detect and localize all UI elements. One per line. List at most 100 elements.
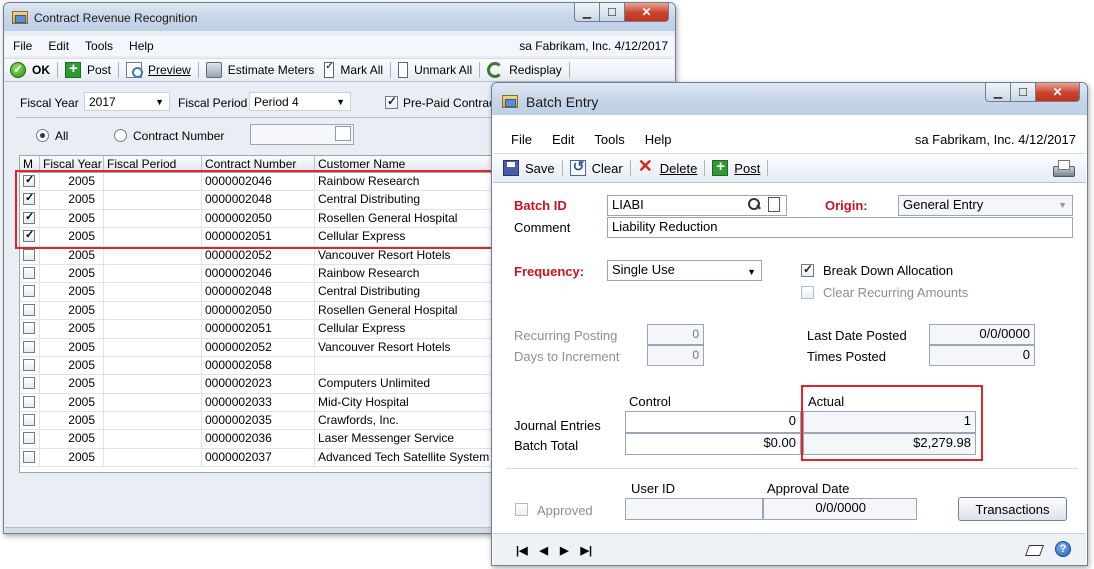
recurring-posting-field[interactable]: 0 [647, 324, 704, 345]
col-header-contract-number[interactable]: Contract Number [202, 156, 315, 172]
table-row[interactable]: 2005 0000002033 Mid-City Hospital [20, 393, 493, 413]
mark-cell[interactable] [20, 430, 40, 448]
lookup-icon[interactable] [747, 197, 762, 212]
mark-cell[interactable] [20, 191, 40, 209]
row-checkbox[interactable] [23, 173, 35, 187]
mark-all-button[interactable]: Mark All [319, 59, 388, 81]
minimize-button[interactable]: ▁ [985, 83, 1011, 102]
table-row[interactable]: 2005 0000002051Cellular Express [20, 228, 493, 247]
crr-title-bar[interactable]: Contract Revenue Recognition ▁ ☐ ✕ [4, 3, 675, 31]
post-button[interactable]: Post [707, 154, 765, 182]
help-icon[interactable]: ? [1055, 541, 1071, 557]
note-icon[interactable] [1025, 543, 1043, 557]
preview-button[interactable]: Preview [121, 59, 196, 81]
clear-button[interactable]: Clear [565, 154, 628, 182]
col-header-fiscal-period[interactable]: Fiscal Period [104, 156, 202, 172]
table-row[interactable]: 2005 0000002035 Crawfords, Inc. [20, 412, 493, 431]
table-row[interactable]: 2005 0000002023 Computers Unlimited [20, 375, 493, 394]
menu-tools[interactable]: Tools [77, 39, 121, 53]
mark-cell[interactable] [20, 448, 40, 467]
table-row[interactable]: 2005 0000002048Central Distributing [20, 191, 493, 210]
batch-title-bar[interactable]: Batch Entry ▁ ☐ ✕ [492, 83, 1087, 115]
table-row[interactable]: 2005 0000002037 Advanced Tech Satellite Sy… [20, 448, 493, 468]
table-row[interactable]: 2005 0000002046Rainbow Research [20, 173, 493, 192]
contract-number-input[interactable] [250, 124, 354, 145]
new-document-icon[interactable] [768, 197, 780, 212]
transactions-button[interactable]: Transactions [958, 497, 1067, 521]
table-row[interactable]: 2005 0000002051Cellular Express [20, 320, 493, 339]
unmark-all-button[interactable]: Unmark All [393, 59, 477, 81]
fiscal-period-dropdown[interactable]: Period 4 ▼ [249, 92, 351, 111]
row-checkbox[interactable] [23, 432, 35, 445]
clear-recurring-checkbox[interactable] [801, 286, 814, 299]
row-checkbox[interactable] [23, 377, 35, 390]
menu-tools[interactable]: Tools [584, 132, 634, 147]
minimize-button[interactable]: ▁ [574, 3, 600, 22]
maximize-button[interactable]: ☐ [600, 3, 625, 22]
col-header-customer-name[interactable]: Customer Name [315, 156, 493, 172]
break-down-allocation-checkbox[interactable] [801, 262, 814, 277]
close-button[interactable]: ✕ [625, 3, 669, 22]
table-row[interactable]: 2005 0000002050Rosellen General Hospital [20, 209, 493, 229]
mark-cell[interactable] [20, 301, 40, 320]
lookup-icon[interactable] [335, 126, 351, 141]
table-row[interactable]: 2005 0000002048Central Distributing [20, 283, 493, 302]
table-row[interactable]: 2005 0000002058 [20, 356, 493, 376]
comment-input[interactable]: Liability Reduction [607, 217, 1073, 238]
row-checkbox[interactable] [23, 210, 35, 224]
ok-button[interactable]: OK [5, 59, 55, 81]
journal-entries-control-input[interactable]: 0 [625, 411, 801, 433]
origin-dropdown[interactable]: General Entry ▼ [898, 195, 1073, 216]
menu-edit[interactable]: Edit [542, 132, 584, 147]
mark-cell[interactable] [20, 173, 40, 191]
col-header-mark[interactable]: M [20, 156, 40, 172]
row-checkbox[interactable] [23, 340, 35, 353]
prepaid-contracts-checkbox[interactable] [385, 94, 398, 109]
row-checkbox[interactable] [23, 228, 35, 243]
menu-file[interactable]: File [493, 132, 542, 147]
row-checkbox[interactable] [23, 191, 35, 206]
post-button[interactable]: Post [60, 59, 116, 81]
mark-cell[interactable] [20, 412, 40, 430]
row-checkbox[interactable] [23, 395, 35, 408]
row-checkbox[interactable] [23, 414, 35, 427]
frequency-dropdown[interactable]: Single Use ▼ [607, 260, 762, 281]
maximize-button[interactable]: ☐ [1011, 83, 1036, 102]
row-checkbox[interactable] [23, 358, 35, 371]
table-row[interactable]: 2005 0000002052 Vancouver Resort Hotels [20, 338, 493, 357]
fiscal-year-dropdown[interactable]: 2017 ▼ [84, 92, 170, 111]
all-radio[interactable] [36, 129, 49, 142]
table-row[interactable]: 2005 0000002050Rosellen General Hospital [20, 301, 493, 321]
mark-cell[interactable] [20, 338, 40, 356]
table-row[interactable]: 2005 0000002046Rainbow Research [20, 264, 493, 284]
previous-record-icon[interactable]: ◀ [540, 544, 548, 557]
row-checkbox[interactable] [23, 322, 35, 335]
col-header-fiscal-year[interactable]: Fiscal Year [40, 156, 104, 172]
mark-cell[interactable] [20, 393, 40, 412]
estimate-meters-button[interactable]: Estimate Meters [201, 59, 320, 81]
mark-cell[interactable] [20, 246, 40, 264]
row-checkbox[interactable] [23, 303, 35, 316]
mark-cell[interactable] [20, 209, 40, 228]
mark-cell[interactable] [20, 375, 40, 393]
row-checkbox[interactable] [23, 266, 35, 279]
last-record-icon[interactable]: ▶| [580, 544, 592, 557]
batch-total-control-input[interactable]: $0.00 [625, 433, 801, 455]
close-button[interactable]: ✕ [1036, 83, 1080, 102]
first-record-icon[interactable]: |◀ [516, 544, 528, 557]
row-checkbox[interactable] [23, 450, 35, 463]
mark-cell[interactable] [20, 228, 40, 246]
row-checkbox[interactable] [23, 248, 35, 261]
menu-edit[interactable]: Edit [40, 39, 77, 53]
mark-cell[interactable] [20, 264, 40, 283]
days-increment-field[interactable]: 0 [647, 345, 704, 366]
approved-checkbox[interactable] [515, 503, 528, 516]
menu-file[interactable]: File [5, 39, 40, 53]
menu-help[interactable]: Help [121, 39, 162, 53]
mark-cell[interactable] [20, 356, 40, 375]
menu-help[interactable]: Help [635, 132, 682, 147]
mark-cell[interactable] [20, 320, 40, 338]
row-checkbox[interactable] [23, 285, 35, 298]
table-row[interactable]: 2005 0000002036 Laser Messenger Service [20, 430, 493, 449]
printer-icon[interactable] [1052, 159, 1075, 177]
